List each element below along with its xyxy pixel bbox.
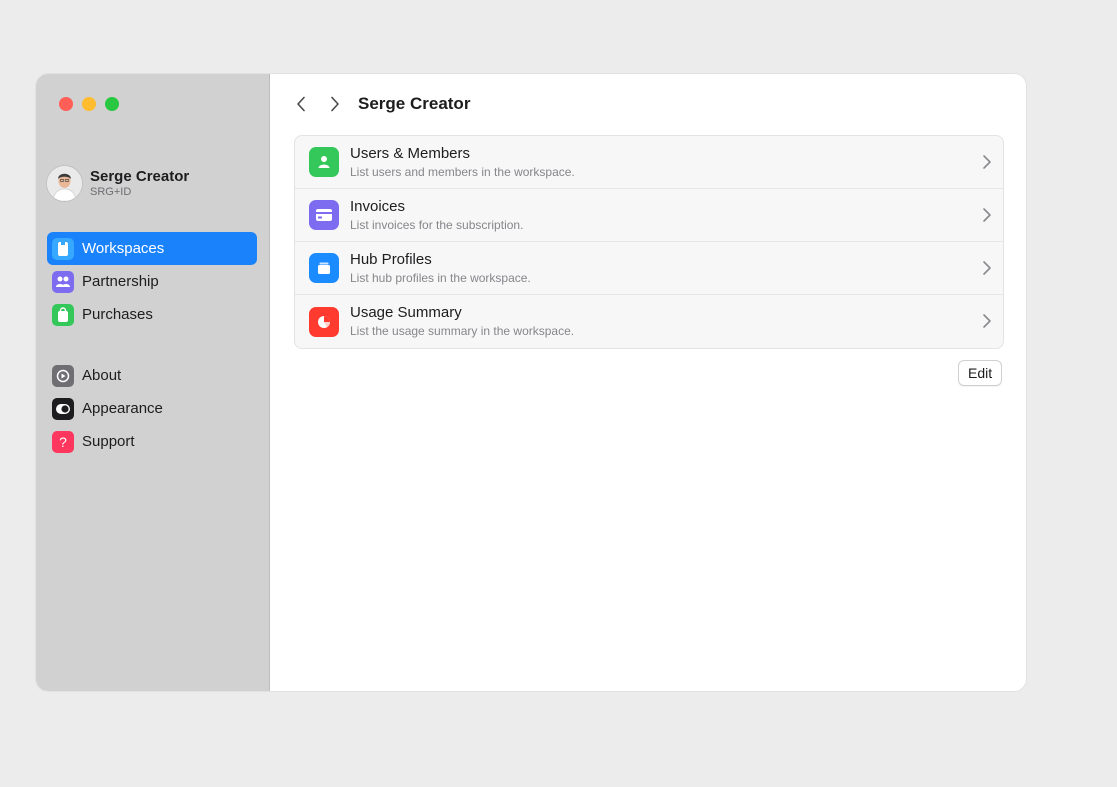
list-item-subtitle: List the usage summary in the workspace. (350, 324, 575, 338)
question-icon: ? (52, 430, 74, 453)
chevron-right-icon (983, 314, 991, 328)
sidebar-nav-secondary: About Appearance ? Support (47, 359, 257, 458)
sidebar-item-label: Support (82, 433, 135, 450)
sidebar-item-label: About (82, 367, 122, 384)
sidebar-item-label: Partnership (82, 273, 159, 290)
sidebar-nav-primary: Workspaces Partnership Purchases (47, 232, 257, 331)
list-item-title: Invoices (350, 197, 406, 215)
settings-list: Users & Members List users and members i… (294, 135, 1004, 349)
close-window-button[interactable] (59, 97, 73, 111)
sidebar-item-label: Purchases (82, 306, 153, 323)
sidebar-item-about[interactable]: About (47, 359, 257, 392)
list-item-invoices[interactable]: Invoices List invoices for the subscript… (295, 189, 1003, 242)
sidebar-item-support[interactable]: ? Support (47, 425, 257, 458)
chevron-right-icon (983, 208, 991, 222)
minimize-window-button[interactable] (82, 97, 96, 111)
people-icon (52, 270, 74, 293)
workspace-icon (52, 237, 74, 260)
sidebar-item-label: Appearance (82, 400, 163, 417)
edit-button[interactable]: Edit (958, 360, 1003, 386)
zoom-window-button[interactable] (105, 97, 119, 111)
list-item-subtitle: List users and members in the workspace. (350, 164, 575, 179)
list-item-title: Hub Profiles (350, 250, 432, 268)
sidebar-item-partnership[interactable]: Partnership (47, 265, 257, 298)
pie-chart-icon (309, 306, 339, 337)
chevron-left-icon (297, 96, 305, 112)
sidebar-item-appearance[interactable]: Appearance (47, 392, 257, 425)
back-button[interactable] (290, 93, 312, 115)
avatar (47, 166, 82, 201)
info-icon (52, 364, 74, 387)
sidebar-item-workspaces[interactable]: Workspaces (47, 232, 257, 265)
credit-card-icon (309, 200, 339, 230)
settings-window: Serge Creator SRG+ID Workspaces Partners… (36, 74, 1026, 691)
chevron-right-icon (983, 155, 991, 169)
sidebar-item-label: Workspaces (82, 240, 165, 257)
list-item-hub-profiles[interactable]: Hub Profiles List hub profiles in the wo… (295, 242, 1003, 295)
chevron-right-icon (983, 261, 991, 275)
user-avatar-icon (47, 166, 82, 201)
page-title: Serge Creator (358, 94, 471, 113)
list-item-users-members[interactable]: Users & Members List users and members i… (295, 136, 1003, 189)
list-item-title: Usage Summary (350, 304, 462, 321)
profile-header[interactable]: Serge Creator SRG+ID (47, 166, 189, 201)
list-item-title: Users & Members (350, 144, 471, 162)
profile-id: SRG+ID (90, 186, 132, 198)
window-controls (59, 97, 119, 111)
person-icon (309, 147, 339, 177)
list-item-subtitle: List hub profiles in the workspace. (350, 270, 531, 285)
folder-icon (309, 253, 339, 283)
list-item-usage-summary[interactable]: Usage Summary List the usage summary in … (295, 295, 1003, 348)
sidebar: Serge Creator SRG+ID Workspaces Partners… (36, 74, 270, 691)
forward-button[interactable] (324, 93, 346, 115)
toolbar: Serge Creator (290, 92, 470, 116)
appearance-icon (52, 397, 74, 420)
bag-icon (52, 303, 74, 326)
chevron-right-icon (331, 96, 339, 112)
profile-name: Serge Creator (90, 168, 190, 185)
list-item-subtitle: List invoices for the subscription. (350, 217, 524, 232)
sidebar-item-purchases[interactable]: Purchases (47, 298, 257, 331)
main-content: Serge Creator Users & Members List users… (270, 74, 1026, 691)
